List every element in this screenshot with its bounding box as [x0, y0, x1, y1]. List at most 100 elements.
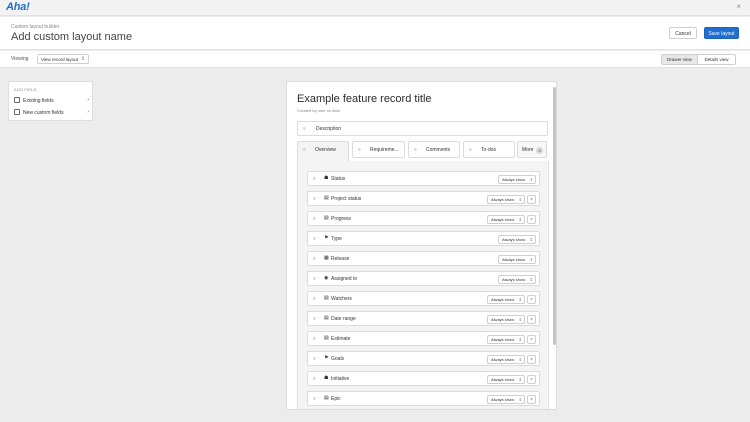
tab-requirements[interactable]: ≡ Requireme...	[352, 141, 405, 158]
drag-handle-icon[interactable]: ≡	[469, 142, 472, 158]
visibility-value: Always show	[502, 257, 526, 262]
canvas-scrollbar[interactable]	[553, 87, 556, 345]
visibility-value: Always show	[502, 237, 526, 242]
tab-label: Comments	[426, 147, 451, 153]
flag-icon: ⚑	[324, 235, 329, 241]
visibility-select[interactable]: Always show ⇕	[487, 375, 525, 384]
drag-handle-icon[interactable]: ≡	[358, 142, 361, 158]
more-count-badge: 3	[536, 147, 543, 154]
drag-handle-icon[interactable]: ≡	[303, 142, 306, 158]
field-row[interactable]: ≡ ▤ Epic Always show ⇕ ×	[307, 391, 540, 406]
drag-handle-icon[interactable]: ≡	[313, 196, 316, 202]
visibility-value: Always show	[502, 277, 526, 282]
visibility-select[interactable]: Always show ⇕	[487, 215, 525, 224]
visibility-select[interactable]: Always show ⇕	[498, 275, 536, 284]
drag-handle-icon[interactable]: ≡	[313, 356, 316, 362]
drag-handle-icon[interactable]: ≡	[303, 126, 306, 132]
existing-fields-item[interactable]: Existing fields ›	[14, 97, 92, 104]
estimate-icon: ▤	[324, 335, 329, 341]
cancel-button[interactable]: Cancel	[669, 27, 697, 39]
field-label: Progress	[331, 216, 352, 222]
field-label: Epic	[331, 396, 341, 402]
drag-handle-icon[interactable]: ≡	[414, 142, 417, 158]
field-row[interactable]: ≡ ⚑ Type Always show ⇕	[307, 231, 540, 246]
drag-handle-icon[interactable]: ≡	[313, 336, 316, 342]
layout-name-input[interactable]: Add custom layout name	[11, 31, 132, 43]
field-row[interactable]: ≡ ▤ Estimate Always show ⇕ ×	[307, 331, 540, 346]
visibility-select[interactable]: Always show ⇕	[487, 355, 525, 364]
record-layout-canvas: Example feature record title Created by …	[286, 81, 557, 410]
view-select-value: View record layout	[41, 57, 78, 62]
field-row[interactable]: ≡ ▤ Project status Always show ⇕ ×	[307, 191, 540, 206]
drag-handle-icon[interactable]: ≡	[313, 396, 316, 402]
field-label: Status	[331, 176, 346, 182]
remove-field-icon[interactable]: ×	[527, 315, 536, 324]
top-bar: Aha! ×	[0, 0, 750, 16]
field-label: Initiative	[331, 376, 350, 382]
drawer-view-button[interactable]: Drawer view	[661, 54, 698, 65]
chevron-updown-icon: ⇕	[518, 397, 522, 402]
remove-field-icon[interactable]: ×	[527, 395, 536, 404]
add-field-heading: ADD FIELD	[14, 87, 37, 92]
field-row[interactable]: ≡ ▤ Date range Always show ⇕ ×	[307, 311, 540, 326]
field-row[interactable]: ≡ ▤ Watchers Always show ⇕ ×	[307, 291, 540, 306]
drag-handle-icon[interactable]: ≡	[313, 376, 316, 382]
chevron-updown-icon: ⇕	[529, 257, 533, 262]
chevron-right-icon: ›	[87, 97, 89, 103]
drag-handle-icon[interactable]: ≡	[313, 316, 316, 322]
drag-handle-icon[interactable]: ≡	[313, 216, 316, 222]
remove-field-icon[interactable]: ×	[527, 335, 536, 344]
tab-overview[interactable]: ≡ Overview	[297, 141, 349, 161]
visibility-select[interactable]: Always show ⇕	[487, 335, 525, 344]
add-field-panel: ADD FIELD Existing fields › New custom f…	[8, 81, 93, 121]
visibility-select[interactable]: Always show ⇕	[487, 195, 525, 204]
view-select[interactable]: View record layout ⇕	[37, 54, 89, 64]
drag-handle-icon[interactable]: ≡	[313, 296, 316, 302]
visibility-select[interactable]: Always show ⇕	[487, 315, 525, 324]
field-row[interactable]: ≡ ☗ Status Always show ⇕	[307, 171, 540, 186]
drag-handle-icon[interactable]: ≡	[313, 276, 316, 282]
tab-more[interactable]: More 3	[517, 141, 547, 158]
description-field[interactable]: ≡ Description	[297, 121, 548, 136]
details-view-button[interactable]: Details view	[698, 54, 736, 65]
new-custom-fields-item[interactable]: New custom fields ›	[14, 109, 92, 116]
tab-label: Overview	[315, 147, 336, 153]
drag-handle-icon[interactable]: ≡	[313, 256, 316, 262]
field-label: Assigned to	[331, 276, 358, 282]
chevron-updown-icon: ⇕	[518, 357, 522, 362]
chevron-updown-icon: ⇕	[518, 317, 522, 322]
field-label: Date range	[331, 316, 356, 322]
field-row[interactable]: ≡ ◉ Assigned to Always show ⇕	[307, 271, 540, 286]
remove-field-icon[interactable]: ×	[527, 195, 536, 204]
remove-field-icon[interactable]: ×	[527, 215, 536, 224]
chevron-updown-icon: ⇕	[529, 237, 533, 242]
visibility-select[interactable]: Always show ⇕	[487, 395, 525, 404]
list-icon: ▤	[324, 195, 329, 201]
field-label: Watchers	[331, 296, 352, 302]
remove-field-icon[interactable]: ×	[527, 295, 536, 304]
visibility-value: Always show	[502, 177, 526, 182]
chevron-updown-icon: ⇕	[529, 177, 533, 182]
user-icon: ◉	[324, 275, 329, 281]
visibility-select[interactable]: Always show ⇕	[498, 175, 536, 184]
drag-handle-icon[interactable]: ≡	[313, 176, 316, 182]
record-title: Example feature record title	[297, 93, 432, 105]
field-row[interactable]: ≡ ▦ Release Always show ⇕	[307, 251, 540, 266]
visibility-value: Always show	[491, 197, 515, 202]
remove-field-icon[interactable]: ×	[527, 375, 536, 384]
tab-todos[interactable]: ≡ To-dos	[463, 141, 515, 158]
save-layout-button[interactable]: Save layout	[704, 27, 739, 39]
close-icon[interactable]: ×	[736, 2, 741, 11]
more-label: More	[522, 147, 534, 153]
field-row[interactable]: ≡ ⚑ Goals Always show ⇕ ×	[307, 351, 540, 366]
drag-handle-icon[interactable]: ≡	[313, 236, 316, 242]
tab-comments[interactable]: ≡ Comments	[408, 141, 460, 158]
remove-field-icon[interactable]: ×	[527, 355, 536, 364]
visibility-select[interactable]: Always show ⇕	[487, 295, 525, 304]
aha-logo[interactable]: Aha!	[6, 1, 30, 13]
visibility-select[interactable]: Always show ⇕	[498, 235, 536, 244]
field-row[interactable]: ≡ ☗ Initiative Always show ⇕ ×	[307, 371, 540, 386]
field-row[interactable]: ≡ ▤ Progress Always show ⇕ ×	[307, 211, 540, 226]
visibility-select[interactable]: Always show ⇕	[498, 255, 536, 264]
chevron-updown-icon: ⇕	[518, 217, 522, 222]
